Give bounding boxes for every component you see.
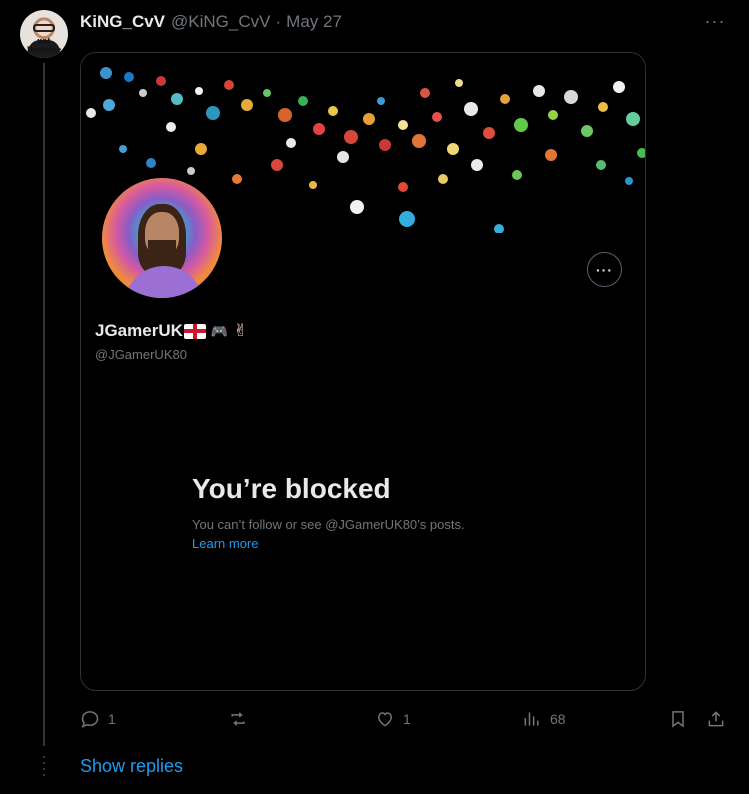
profile-more-button[interactable]: ··· <box>587 252 622 287</box>
analytics-icon <box>524 712 539 726</box>
post-actions: 1 1 68 <box>80 707 730 731</box>
thread-line <box>43 63 45 746</box>
profile-picture[interactable] <box>99 175 225 301</box>
author-avatar[interactable]: unt Destroye <box>20 10 68 58</box>
avatar-glasses <box>33 24 55 32</box>
profile-picture-robe <box>124 266 204 298</box>
share-button[interactable] <box>706 707 726 731</box>
repost-button[interactable] <box>228 707 256 731</box>
author-handle[interactable]: @KiNG_CvV <box>171 12 270 32</box>
blocked-notice: You’re blocked You can’t follow or see @… <box>192 473 465 551</box>
profile-name-row: JGamerUK 🎮 ✌ <box>95 321 248 341</box>
embedded-profile-card[interactable]: ··· JGamerUK 🎮 ✌ @JGamerUK80 You’re bloc… <box>80 52 646 691</box>
bookmark-icon <box>672 711 684 728</box>
reply-button[interactable]: 1 <box>80 707 116 731</box>
profile-handle[interactable]: @JGamerUK80 <box>95 347 187 362</box>
more-horizontal-icon[interactable]: ··· <box>704 11 726 31</box>
blocked-description: You can’t follow or see @JGamerUK80’s po… <box>192 517 465 532</box>
repost-icon <box>231 712 245 726</box>
header-separator: · <box>275 12 282 31</box>
profile-display-name[interactable]: JGamerUK <box>95 321 183 341</box>
bookmark-button[interactable] <box>668 707 688 731</box>
learn-more-link[interactable]: Learn more <box>192 536 465 551</box>
like-button[interactable]: 1 <box>375 707 411 731</box>
post-header: KiNG_CvV @KiNG_CvV · May 27 <box>80 11 342 33</box>
author-display-name[interactable]: KiNG_CvV <box>80 12 165 32</box>
post-date[interactable]: May 27 <box>286 12 342 32</box>
england-flag-icon <box>183 323 206 339</box>
show-replies-link[interactable]: Show replies <box>80 756 183 777</box>
views-button[interactable]: 68 <box>522 707 566 731</box>
avatar-caption: unt Destroye <box>26 36 62 54</box>
blocked-title: You’re blocked <box>192 473 391 504</box>
share-icon <box>708 711 724 727</box>
reply-icon <box>81 711 99 728</box>
thread-dots <box>43 756 45 778</box>
views-count: 68 <box>550 711 566 727</box>
gamepad-icon: 🎮 <box>210 322 229 339</box>
profile-picture-beard <box>148 240 176 262</box>
peace-hand-icon: ✌ <box>233 321 248 340</box>
reply-count: 1 <box>108 711 116 727</box>
like-count: 1 <box>403 711 411 727</box>
heart-icon <box>377 712 393 727</box>
